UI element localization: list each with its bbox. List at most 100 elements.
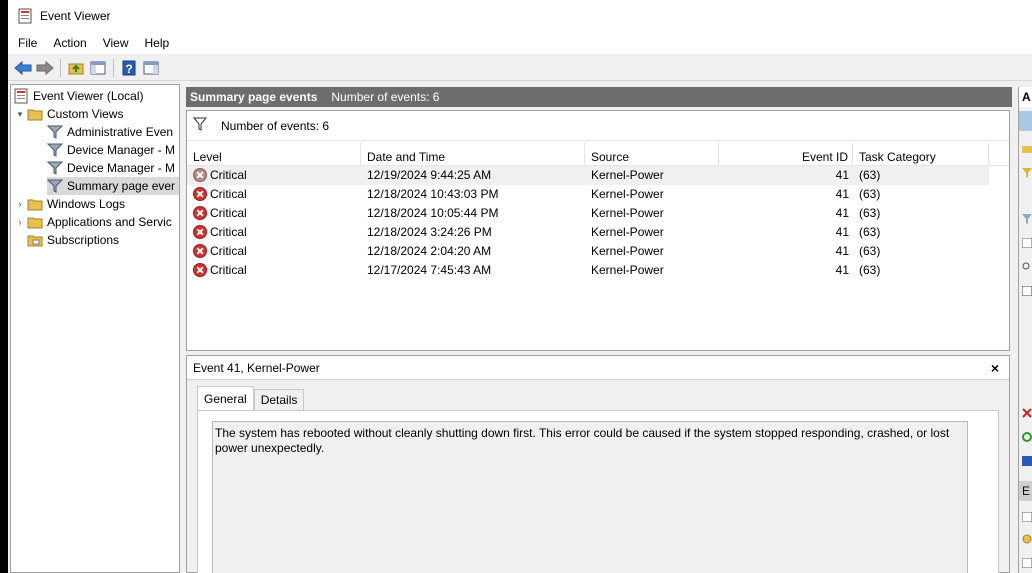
level-text: Critical bbox=[210, 206, 247, 220]
show-hide-tree-icon[interactable] bbox=[87, 57, 109, 79]
event-viewer-window: Event Viewer File Action View Help ? Eve… bbox=[8, 0, 1032, 573]
column-header-source[interactable]: Source bbox=[585, 142, 719, 166]
filter-icon bbox=[46, 124, 64, 140]
find-icon[interactable] bbox=[1022, 261, 1032, 273]
tree-item-summary-page-events[interactable]: Summary page ever bbox=[46, 177, 179, 195]
table-row[interactable]: Critical 12/18/2024 2:04:20 AM Kernel-Powe… bbox=[187, 242, 1009, 261]
level-text: Critical bbox=[210, 187, 247, 201]
detail-header: Event 41, Kernel-Power × bbox=[187, 356, 1009, 380]
toolbar-separator bbox=[60, 58, 61, 77]
cell-date: 12/18/2024 10:05:44 PM bbox=[367, 206, 499, 220]
event-viewer-app-icon bbox=[18, 8, 32, 24]
table-row[interactable]: Critical 12/18/2024 10:43:03 PM Kernel-Pow… bbox=[187, 185, 1009, 204]
level-text: Critical bbox=[210, 263, 247, 277]
refresh-icon[interactable] bbox=[1022, 431, 1032, 443]
tree-item-custom-view[interactable]: Device Manager - M bbox=[46, 141, 175, 159]
expand-icon[interactable]: › bbox=[13, 199, 27, 209]
menu-help[interactable]: Help bbox=[137, 32, 178, 54]
tree-label-custom-view: Administrative Even bbox=[67, 125, 174, 139]
table-row[interactable]: Critical 12/18/2024 10:05:44 PM Kernel-Pow… bbox=[187, 204, 1009, 223]
events-grid: Level Date and Time Source Event ID Task… bbox=[187, 142, 1009, 280]
tree-item-custom-view[interactable]: Administrative Even bbox=[46, 123, 174, 141]
cell-event-id: 41 bbox=[835, 263, 849, 277]
tree-item-subscriptions[interactable]: Subscriptions bbox=[27, 231, 119, 249]
cell-task-category: (63) bbox=[859, 168, 881, 182]
subscriptions-icon bbox=[27, 232, 43, 248]
menu-file[interactable]: File bbox=[10, 32, 45, 54]
event-viewer-icon bbox=[13, 88, 29, 104]
collapse-icon[interactable]: ▾ bbox=[13, 109, 27, 120]
splitter[interactable] bbox=[180, 84, 184, 573]
tree-label-root: Event Viewer (Local) bbox=[33, 89, 144, 103]
filter-icon[interactable] bbox=[1022, 213, 1032, 225]
table-row[interactable]: Critical 12/17/2024 7:45:43 AM Kernel-Powe… bbox=[187, 261, 1009, 280]
filter-icon[interactable] bbox=[1022, 167, 1032, 179]
svg-text:?: ? bbox=[125, 62, 132, 76]
tree-item-applications-services[interactable]: › Applications and Servic bbox=[13, 213, 172, 231]
column-header-date[interactable]: Date and Time bbox=[361, 142, 585, 166]
tree-item-event-viewer-local[interactable]: Event Viewer (Local) bbox=[13, 87, 144, 105]
detail-title: Event 41, Kernel-Power bbox=[193, 360, 320, 375]
folder-icon bbox=[27, 196, 43, 212]
back-arrow-icon[interactable] bbox=[12, 57, 34, 79]
menu-action[interactable]: Action bbox=[45, 32, 94, 54]
center-title: Summary page events bbox=[190, 90, 318, 104]
cell-source: Kernel-Power bbox=[591, 187, 664, 201]
toolbar: ? bbox=[8, 55, 1032, 81]
menu-bar: File Action View Help bbox=[8, 32, 1032, 54]
column-header-level[interactable]: Level bbox=[187, 142, 361, 166]
toolbar-separator bbox=[113, 58, 114, 77]
filter-icon bbox=[46, 178, 64, 194]
tree-item-custom-view[interactable]: Device Manager - M bbox=[46, 159, 176, 177]
cell-date: 12/18/2024 3:24:26 PM bbox=[367, 225, 492, 239]
tree-item-custom-views[interactable]: ▾ Custom Views bbox=[13, 105, 124, 123]
folder-icon bbox=[27, 106, 43, 122]
up-folder-icon[interactable] bbox=[65, 57, 87, 79]
expand-icon[interactable]: › bbox=[13, 217, 27, 227]
console-tree: Event Viewer (Local) ▾ Custom Views Admi… bbox=[10, 84, 180, 573]
actions-section-event[interactable]: E bbox=[1019, 481, 1032, 501]
close-icon[interactable]: × bbox=[991, 360, 999, 376]
cell-event-id: 41 bbox=[835, 225, 849, 239]
column-header-event-id[interactable]: Event ID bbox=[719, 142, 853, 166]
event-description: The system has rebooted without cleanly … bbox=[212, 421, 968, 573]
table-row[interactable]: Critical 12/18/2024 3:24:26 PM Kernel-Powe… bbox=[187, 223, 1009, 242]
cell-event-id: 41 bbox=[835, 244, 849, 258]
cell-level: Critical bbox=[193, 242, 247, 261]
show-hide-action-pane-icon[interactable] bbox=[140, 57, 162, 79]
level-text: Critical bbox=[210, 168, 247, 182]
cell-level: Critical bbox=[193, 185, 247, 204]
tab-body: The system has rebooted without cleanly … bbox=[197, 410, 999, 573]
delete-icon[interactable] bbox=[1022, 407, 1032, 419]
properties-icon[interactable] bbox=[1021, 237, 1032, 249]
tab-general[interactable]: General bbox=[197, 386, 254, 410]
cell-task-category: (63) bbox=[859, 244, 881, 258]
level-text: Critical bbox=[210, 225, 247, 239]
event-properties-icon[interactable] bbox=[1021, 511, 1032, 523]
tab-details[interactable]: Details bbox=[253, 389, 305, 410]
tree-label-windows-logs: Windows Logs bbox=[47, 197, 126, 211]
cell-event-id: 41 bbox=[835, 206, 849, 220]
filter-icon bbox=[46, 160, 64, 176]
copy-icon[interactable] bbox=[1021, 557, 1032, 569]
table-row[interactable]: Critical 12/19/2024 9:44:25 AM Kernel-Powe… bbox=[187, 166, 989, 185]
attach-task-icon[interactable] bbox=[1022, 533, 1032, 545]
tree-label-custom-views: Custom Views bbox=[47, 107, 124, 121]
critical-error-icon bbox=[193, 243, 207, 258]
tree-label-custom-view: Device Manager - M bbox=[67, 161, 176, 175]
tree-item-windows-logs[interactable]: › Windows Logs bbox=[13, 195, 126, 213]
help-icon[interactable]: ? bbox=[118, 57, 140, 79]
critical-error-icon bbox=[193, 205, 207, 220]
open-folder-icon[interactable] bbox=[1022, 143, 1032, 155]
help-icon[interactable] bbox=[1022, 455, 1032, 467]
forward-arrow-icon[interactable] bbox=[34, 57, 56, 79]
actions-pane: A E bbox=[1018, 87, 1032, 573]
actions-section-header[interactable] bbox=[1019, 111, 1032, 131]
column-header-task-category[interactable]: Task Category bbox=[853, 142, 989, 166]
menu-view[interactable]: View bbox=[95, 32, 137, 54]
cell-level: Critical bbox=[193, 166, 247, 185]
save-icon[interactable] bbox=[1021, 285, 1032, 297]
folder-icon bbox=[27, 214, 43, 230]
filter-bar: Number of events: 6 bbox=[187, 111, 1009, 141]
filter-icon[interactable] bbox=[192, 117, 208, 134]
